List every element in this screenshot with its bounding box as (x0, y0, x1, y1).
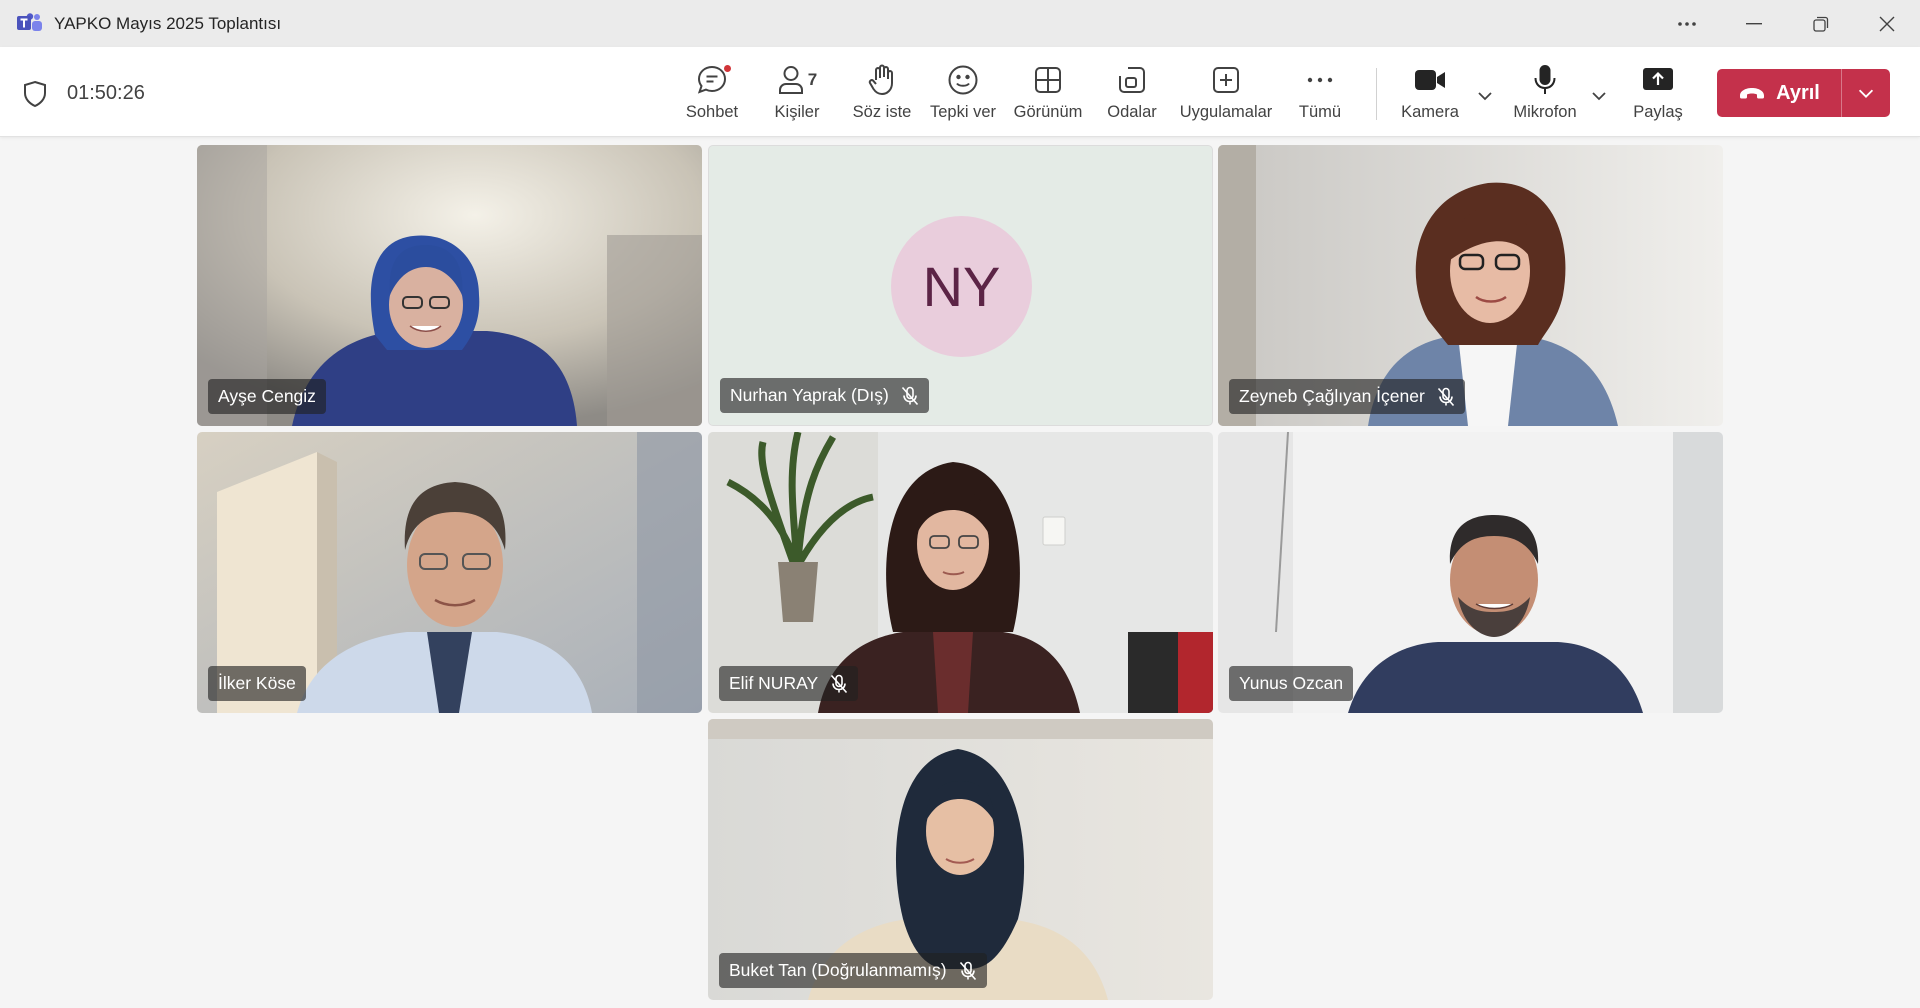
participant-name: Nurhan Yaprak (Dış) (730, 385, 889, 405)
restore-icon[interactable] (1790, 0, 1852, 47)
grid-view-icon (1033, 61, 1063, 99)
participant-nameplate: Yunus Ozcan (1229, 666, 1354, 701)
microphone-icon (1532, 61, 1558, 99)
participant-nameplate: Buket Tan (Doğrulanmamış) (719, 953, 987, 988)
title-bar: YAPKO Mayıs 2025 Toplantısı (0, 0, 1920, 47)
rooms-label: Odalar (1107, 103, 1157, 121)
unread-badge (723, 64, 732, 73)
participant-nameplate: Elif NURAY (719, 666, 859, 701)
mic-off-icon (831, 674, 848, 693)
raise-hand-label: Söz iste (852, 103, 912, 121)
meeting-timer: 01:50:26 (67, 82, 145, 104)
leave-button-group: Ayrıl (1717, 69, 1890, 117)
react-button[interactable]: Tepki ver (928, 61, 998, 127)
view-label: Görünüm (1013, 103, 1083, 121)
participant-tile[interactable]: Zeyneb Çağlıyan İçener (1218, 145, 1723, 426)
camera-icon (1414, 61, 1446, 99)
participant-name: Yunus Ozcan (1239, 673, 1344, 693)
chat-icon (695, 61, 732, 99)
rooms-button[interactable]: Odalar (1097, 61, 1167, 127)
hang-up-icon (1740, 88, 1765, 99)
participant-tile[interactable]: İlker Köse (197, 432, 702, 713)
more-icon[interactable] (1656, 0, 1718, 47)
mic-options-chevron-icon[interactable] (1587, 84, 1611, 108)
chat-label: Sohbet (685, 103, 739, 121)
more-actions-button[interactable]: Tümü (1290, 61, 1350, 127)
avatar: NY (891, 216, 1032, 357)
leave-label: Ayrıl (1776, 81, 1820, 104)
people-icon (778, 66, 803, 94)
participant-tile[interactable]: NY Nurhan Yaprak (Dış) (708, 145, 1213, 426)
participant-name: İlker Köse (218, 673, 296, 693)
apps-button[interactable]: Uygulamalar (1176, 61, 1276, 127)
share-screen-icon (1642, 61, 1674, 99)
participant-nameplate: İlker Köse (208, 666, 306, 701)
participant-tile[interactable]: Yunus Ozcan (1218, 432, 1723, 713)
mic-off-icon (901, 386, 918, 405)
camera-button[interactable]: Kamera (1395, 61, 1465, 127)
chat-button[interactable]: Sohbet (677, 61, 747, 127)
react-label: Tepki ver (929, 103, 997, 121)
toolbar-divider (1376, 68, 1377, 120)
mic-button[interactable]: Mikrofon (1505, 61, 1585, 127)
camera-label: Kamera (1401, 103, 1459, 121)
shield-icon (22, 80, 48, 108)
close-icon[interactable] (1856, 0, 1918, 47)
participant-tile[interactable]: Elif NURAY (708, 432, 1213, 713)
leave-options-button[interactable] (1842, 69, 1890, 117)
mic-label: Mikrofon (1513, 103, 1577, 121)
minimize-icon[interactable] (1723, 0, 1785, 47)
raise-hand-button[interactable]: Söz iste (842, 61, 922, 127)
ellipsis-icon (1307, 61, 1333, 99)
participant-tile[interactable]: Buket Tan (Doğrulanmamış) (708, 719, 1213, 1000)
teams-icon (17, 13, 43, 33)
mic-off-icon (959, 961, 976, 980)
participant-nameplate: Nurhan Yaprak (Dış) (720, 378, 929, 413)
mic-off-icon (1437, 387, 1454, 406)
share-label: Paylaş (1633, 103, 1683, 121)
share-button[interactable]: Paylaş (1623, 61, 1693, 127)
participant-name: Elif NURAY (729, 673, 819, 693)
people-label: Kişiler (774, 103, 820, 121)
apps-label: Uygulamalar (1179, 103, 1273, 121)
leave-button[interactable]: Ayrıl (1717, 69, 1841, 117)
participant-name: Zeyneb Çağlıyan İçener (1239, 386, 1425, 406)
participant-nameplate: Zeyneb Çağlıyan İçener (1229, 379, 1465, 414)
participant-tile[interactable]: Ayşe Cengiz (197, 145, 702, 426)
view-button[interactable]: Görünüm (1008, 61, 1088, 127)
add-app-icon (1211, 61, 1241, 99)
window-title: YAPKO Mayıs 2025 Toplantısı (54, 14, 282, 33)
participant-name: Buket Tan (Doğrulanmamış) (729, 960, 947, 980)
people-button[interactable]: 7 Kişiler (762, 61, 832, 127)
camera-options-chevron-icon[interactable] (1473, 84, 1497, 108)
participant-name: Ayşe Cengiz (218, 386, 316, 406)
participant-count: 7 (807, 70, 818, 89)
emoji-icon (947, 61, 979, 99)
participant-nameplate: Ayşe Cengiz (208, 379, 326, 414)
meeting-toolbar: 01:50:26 Sohbet 7 Kişiler Söz iste Tepki… (0, 47, 1920, 137)
raise-hand-icon (867, 61, 897, 99)
more-label: Tümü (1298, 103, 1342, 121)
chevron-down-icon (1858, 89, 1874, 98)
rooms-icon (1117, 61, 1147, 99)
avatar-initials: NY (922, 255, 1001, 318)
